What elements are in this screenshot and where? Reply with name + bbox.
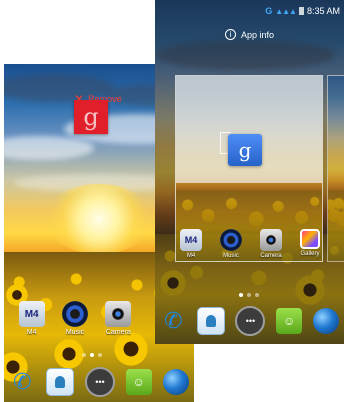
contacts-icon[interactable] bbox=[196, 307, 225, 335]
page-dot-current bbox=[239, 293, 243, 297]
app-label: Camera bbox=[105, 329, 131, 336]
app-label: Music bbox=[65, 329, 85, 336]
camera-icon bbox=[260, 229, 282, 251]
app-m4[interactable]: M4 M4 bbox=[18, 301, 45, 336]
phone-icon[interactable]: ✆ bbox=[9, 369, 35, 395]
home-app-row: M4 M4 Music Camera bbox=[10, 301, 140, 336]
page-indicator bbox=[239, 293, 259, 297]
music-icon bbox=[61, 301, 88, 327]
apps-drawer-icon[interactable]: ••• bbox=[84, 367, 115, 397]
app-camera[interactable]: Camera bbox=[105, 301, 132, 336]
contacts-icon[interactable] bbox=[46, 368, 75, 396]
app-info-label: App info bbox=[240, 29, 275, 40]
phone-icon[interactable]: ✆ bbox=[160, 308, 186, 334]
app-info-drop-target[interactable]: i App info bbox=[155, 29, 344, 40]
network-type-indicator: G bbox=[265, 6, 273, 16]
page-dot bbox=[255, 293, 259, 297]
right-phone-edit-mode: G ▲▲▲ 8:35 AM i App info g M4 M4 Music C… bbox=[155, 0, 344, 344]
dock: ✆ ••• ☺ bbox=[4, 366, 194, 398]
dock: ✆ ••• ☺ bbox=[155, 305, 344, 337]
google-search-icon[interactable]: g bbox=[228, 134, 262, 166]
app-label: M4 bbox=[26, 329, 37, 336]
app-music[interactable]: Music bbox=[220, 229, 242, 259]
signal-strength-icon: ▲▲▲ bbox=[275, 6, 297, 16]
home-app-row: M4 M4 Music Camera Gallery bbox=[171, 229, 329, 259]
page-dot-current bbox=[90, 353, 94, 357]
gallery-icon bbox=[300, 229, 320, 249]
page-dot bbox=[98, 353, 102, 357]
page-dot bbox=[82, 353, 86, 357]
google-search-icon[interactable]: g bbox=[74, 100, 108, 134]
app-music[interactable]: Music bbox=[61, 301, 88, 336]
camera-icon bbox=[105, 301, 132, 327]
battery-icon bbox=[298, 7, 304, 15]
messaging-icon[interactable]: ☺ bbox=[276, 308, 303, 334]
app-gallery[interactable]: Gallery bbox=[300, 229, 320, 259]
music-icon bbox=[220, 229, 242, 251]
app-camera[interactable]: Camera bbox=[260, 229, 282, 259]
browser-globe-icon[interactable] bbox=[162, 369, 189, 395]
app-m4[interactable]: M4 M4 bbox=[180, 229, 202, 259]
app-label: Music bbox=[223, 253, 239, 259]
browser-globe-icon[interactable] bbox=[312, 308, 339, 334]
status-bar: G ▲▲▲ 8:35 AM bbox=[155, 4, 344, 18]
info-icon: i bbox=[224, 29, 236, 40]
app-label: Camera bbox=[260, 253, 282, 259]
messaging-icon[interactable]: ☺ bbox=[125, 369, 152, 395]
m4-app-icon: M4 bbox=[180, 229, 202, 251]
clock: 8:35 AM bbox=[306, 6, 340, 16]
app-label: M4 bbox=[186, 253, 196, 259]
app-label: Gallery bbox=[300, 251, 320, 257]
page-dot bbox=[247, 293, 251, 297]
m4-app-icon: M4 bbox=[18, 301, 45, 327]
apps-drawer-icon[interactable]: ••• bbox=[235, 306, 266, 336]
screenshot-composite: G ▲▲▲ ✕ Remove g M4 M4 Music Camera bbox=[0, 0, 344, 402]
next-page-preview[interactable] bbox=[327, 75, 344, 262]
page-indicator bbox=[82, 353, 102, 357]
